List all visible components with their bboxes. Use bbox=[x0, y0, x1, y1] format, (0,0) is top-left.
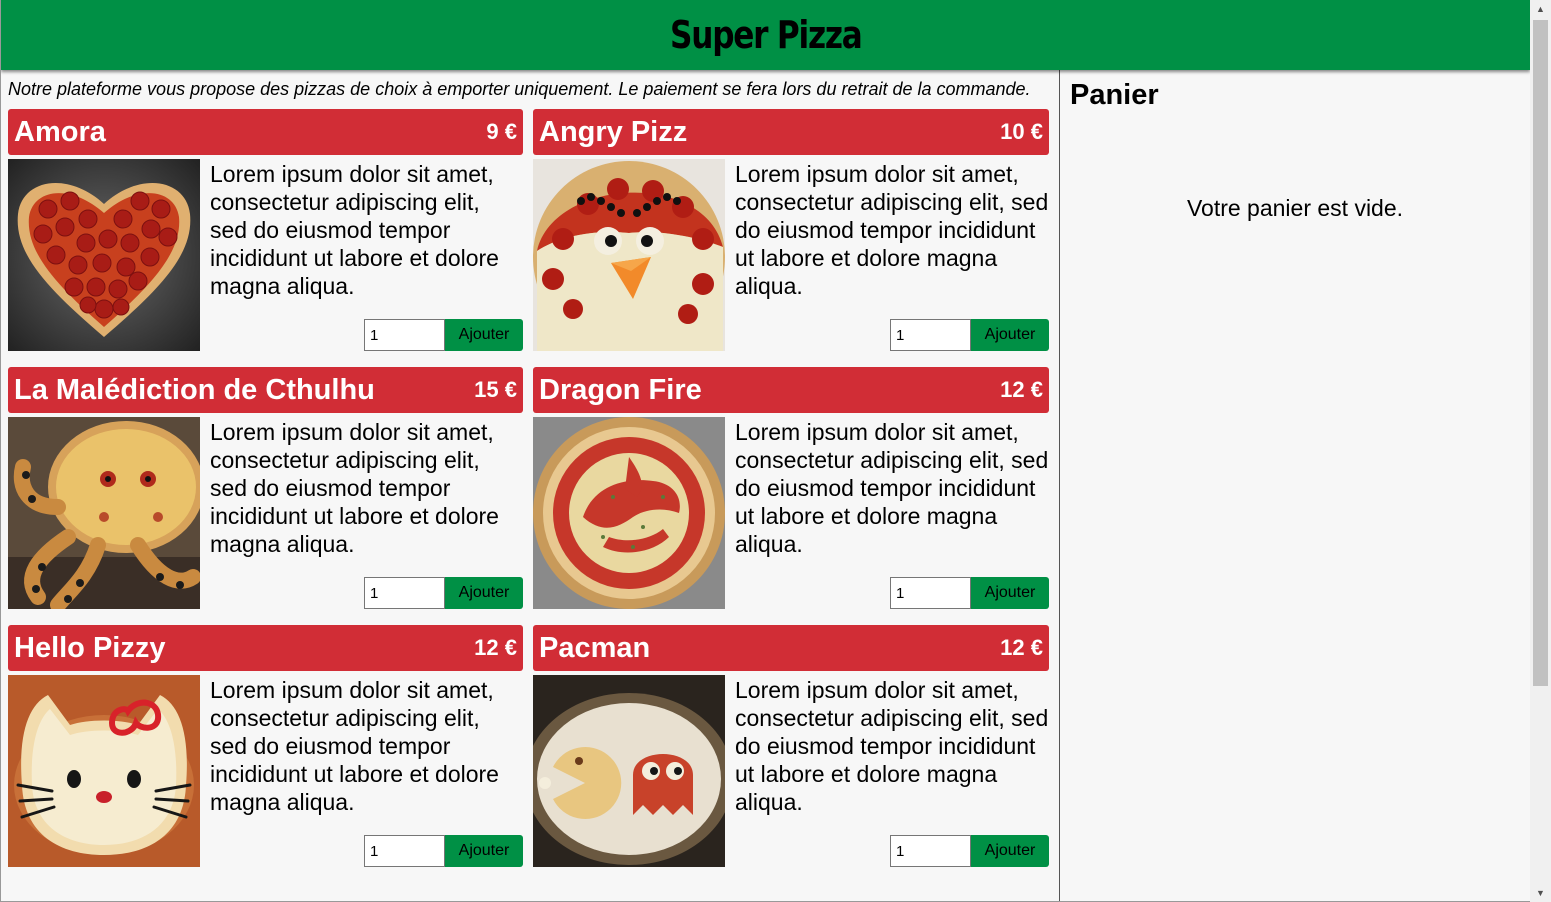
content-area: Notre plateforme vous propose des pizzas… bbox=[1, 70, 1530, 901]
pizza-name: Angry Pizz bbox=[539, 115, 688, 148]
pizza-header: Hello Pizzy 12 € bbox=[8, 625, 523, 671]
pizza-description: Lorem ipsum dolor sit amet, consectetur … bbox=[210, 677, 499, 815]
pizza-description: Lorem ipsum dolor sit amet, consectetur … bbox=[735, 677, 1049, 815]
scroll-thumb[interactable] bbox=[1533, 20, 1548, 686]
add-button[interactable]: Ajouter bbox=[445, 577, 523, 609]
pizza-card: Amora 9 € Lorem ipsum dolor sit amet, co… bbox=[8, 109, 523, 351]
pizza-name: Amora bbox=[14, 115, 106, 148]
pizza-name: Pacman bbox=[539, 631, 651, 664]
pizza-header: Angry Pizz 10 € bbox=[533, 109, 1049, 155]
add-button[interactable]: Ajouter bbox=[445, 319, 523, 351]
pizza-name: Hello Pizzy bbox=[14, 631, 166, 664]
pizza-image-octopus bbox=[8, 417, 200, 609]
pizza-header: Dragon Fire 12 € bbox=[533, 367, 1049, 413]
pizza-description: Lorem ipsum dolor sit amet, consectetur … bbox=[735, 161, 1049, 299]
pizza-price: 15 € bbox=[474, 377, 517, 402]
pizza-card: Pacman 12 € Lorem ipsum dolor sit amet, … bbox=[533, 625, 1049, 867]
pizza-card: Hello Pizzy 12 € Lorem ipsum dolor sit a… bbox=[8, 625, 523, 867]
site-header: Super Pizza bbox=[1, 0, 1530, 70]
pizza-card: La Malédiction de Cthulhu 15 € Lorem ips… bbox=[8, 367, 523, 609]
pizza-header: La Malédiction de Cthulhu 15 € bbox=[8, 367, 523, 413]
pizza-price: 12 € bbox=[474, 635, 517, 660]
page: Super Pizza Notre plateforme vous propos… bbox=[0, 0, 1530, 902]
cart-title: Panier bbox=[1070, 79, 1159, 111]
pizza-price: 12 € bbox=[1000, 635, 1043, 660]
pizza-image-angry-bird bbox=[533, 159, 725, 351]
pizza-name: Dragon Fire bbox=[539, 373, 702, 406]
scroll-down-arrow-icon[interactable]: ▼ bbox=[1530, 884, 1551, 902]
pizza-price: 12 € bbox=[1000, 377, 1043, 402]
pizza-description: Lorem ipsum dolor sit amet, consectetur … bbox=[210, 419, 499, 557]
add-button[interactable]: Ajouter bbox=[971, 835, 1049, 867]
quantity-input[interactable] bbox=[890, 835, 971, 867]
pizza-price: 10 € bbox=[1000, 119, 1043, 144]
pizza-header: Amora 9 € bbox=[8, 109, 523, 155]
catalog: Notre plateforme vous propose des pizzas… bbox=[1, 70, 1059, 901]
intro-text: Notre plateforme vous propose des pizzas… bbox=[8, 79, 1031, 99]
quantity-input[interactable] bbox=[890, 577, 971, 609]
pizza-description: Lorem ipsum dolor sit amet, consectetur … bbox=[210, 161, 499, 299]
site-title: Super Pizza bbox=[669, 13, 863, 57]
add-button[interactable]: Ajouter bbox=[971, 319, 1049, 351]
pizza-description: Lorem ipsum dolor sit amet, consectetur … bbox=[735, 419, 1049, 557]
pizza-image-heart bbox=[8, 159, 200, 351]
pizza-card: Angry Pizz 10 € Lorem ipsum dolor sit am… bbox=[533, 109, 1049, 351]
pizza-image-dragon bbox=[533, 417, 725, 609]
pizza-grid: Amora 9 € Lorem ipsum dolor sit amet, co… bbox=[8, 109, 1053, 867]
quantity-input[interactable] bbox=[364, 835, 445, 867]
quantity-input[interactable] bbox=[364, 577, 445, 609]
pizza-card: Dragon Fire 12 € Lorem ipsum dolor sit a… bbox=[533, 367, 1049, 609]
cart-panel: Panier Votre panier est vide. bbox=[1059, 70, 1530, 901]
scroll-up-arrow-icon[interactable]: ▲ bbox=[1530, 0, 1551, 18]
pizza-price: 9 € bbox=[486, 119, 517, 144]
pizza-header: Pacman 12 € bbox=[533, 625, 1049, 671]
pizza-image-pacman bbox=[533, 675, 725, 867]
cart-empty-message: Votre panier est vide. bbox=[1186, 195, 1404, 221]
pizza-image-kitty bbox=[8, 675, 200, 867]
quantity-input[interactable] bbox=[364, 319, 445, 351]
add-button[interactable]: Ajouter bbox=[971, 577, 1049, 609]
pizza-name: La Malédiction de Cthulhu bbox=[14, 373, 375, 406]
quantity-input[interactable] bbox=[890, 319, 971, 351]
page-scrollbar[interactable]: ▲ ▼ bbox=[1530, 0, 1551, 902]
add-button[interactable]: Ajouter bbox=[445, 835, 523, 867]
